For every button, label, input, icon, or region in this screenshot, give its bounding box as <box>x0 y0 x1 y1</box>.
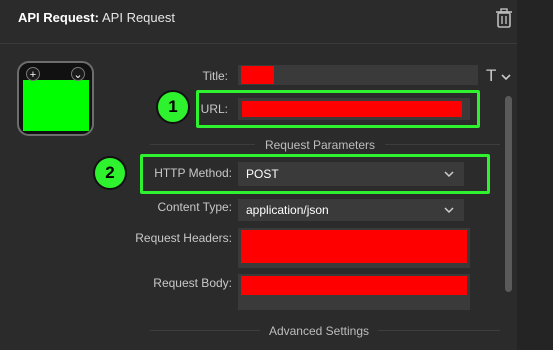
action-title: API Request: <box>18 10 99 25</box>
chevron-down-icon <box>444 207 454 214</box>
action-thumbnail[interactable]: + ⌄ <box>17 61 94 136</box>
chevron-down-icon[interactable] <box>501 73 511 81</box>
section-rule-left <box>150 330 260 331</box>
header-divider <box>0 43 517 44</box>
callout-badge-2: 2 <box>93 156 127 190</box>
callout-box-1 <box>196 90 480 128</box>
text-style-icon[interactable]: T <box>486 66 496 86</box>
callout-box-2 <box>140 154 490 194</box>
scrollbar[interactable] <box>505 96 512 292</box>
request-parameters-title: Request Parameters <box>264 138 376 152</box>
title-label: Title: <box>202 69 228 83</box>
content-type-value: application/json <box>246 203 329 217</box>
title-redacted <box>241 66 274 84</box>
callout-badge-1: 1 <box>156 90 190 124</box>
content-type-label: Content Type: <box>157 200 233 214</box>
title-field[interactable] <box>238 65 478 85</box>
action-name: API Request <box>102 10 175 25</box>
trash-icon[interactable] <box>495 8 513 28</box>
request-body-label: Request Body: <box>153 276 232 290</box>
section-rule-left <box>150 144 255 145</box>
chevron-down-icon[interactable]: ⌄ <box>71 67 85 81</box>
request-headers-redacted <box>241 230 467 263</box>
content-type-select[interactable]: application/json <box>238 199 464 221</box>
thumbnail-image <box>23 80 89 131</box>
section-rule-right <box>385 144 500 145</box>
right-edge <box>517 0 553 350</box>
api-request-panel: API Request: API Request + ⌄ Title: T UR… <box>0 0 553 350</box>
add-icon[interactable]: + <box>26 67 40 81</box>
request-headers-label: Request Headers: <box>135 231 232 245</box>
request-body-redacted <box>241 276 467 295</box>
section-rule-right <box>378 330 500 331</box>
advanced-settings-title: Advanced Settings <box>268 324 370 338</box>
